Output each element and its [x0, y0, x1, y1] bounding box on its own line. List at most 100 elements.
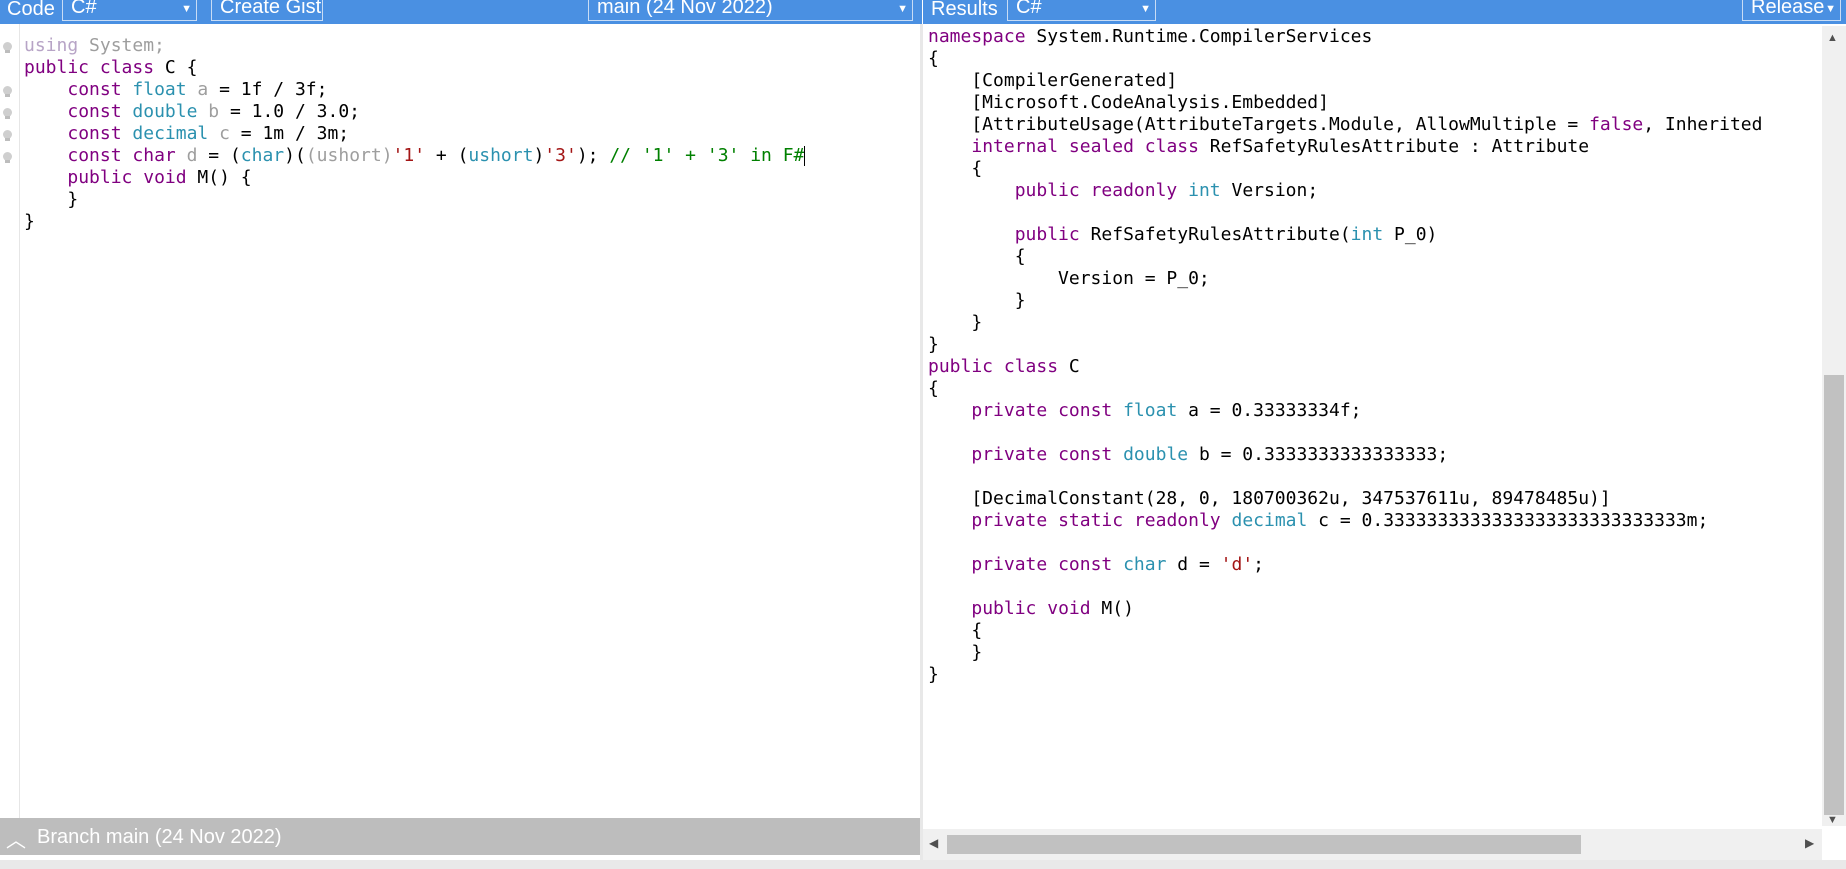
- code-line: }: [24, 189, 805, 211]
- code-token: int: [1188, 180, 1221, 201]
- code-line: [CompilerGenerated]: [928, 70, 1819, 92]
- code-line: }: [928, 290, 1819, 312]
- code-token: = 1m / 3m;: [229, 123, 350, 144]
- chevron-up-icon[interactable]: ︿: [6, 824, 26, 853]
- code-line: }: [928, 664, 1819, 686]
- code-token: '1': [392, 145, 426, 166]
- code-line: [DecimalConstant(28, 0, 180700362u, 3475…: [928, 488, 1819, 510]
- pane-divider[interactable]: [920, 24, 923, 869]
- scroll-left-arrow-icon[interactable]: ◀: [929, 836, 938, 850]
- code-token: ushort: [468, 145, 534, 166]
- results-view[interactable]: namespace System.Runtime.CompilerService…: [928, 26, 1819, 826]
- results-language-select[interactable]: C# ▼: [1007, 0, 1156, 21]
- code-token: )(: [284, 145, 306, 166]
- results-label: Results: [931, 0, 998, 20]
- code-token: int: [1350, 224, 1384, 245]
- code-token: [Microsoft.CodeAnalysis.Embedded]: [928, 92, 1329, 113]
- code-line: ​: [928, 532, 1819, 554]
- code-token: class: [1003, 356, 1059, 377]
- code-token: void: [1047, 598, 1091, 619]
- results-language-value: C#: [1016, 0, 1042, 18]
- code-token: private: [971, 400, 1048, 421]
- code-token: double: [1123, 444, 1189, 465]
- create-gist-button[interactable]: Create Gist: [211, 0, 323, 21]
- code-token: );: [576, 145, 610, 166]
- code-token: }: [24, 211, 35, 232]
- code-token: const: [67, 123, 122, 144]
- chevron-down-icon: ▼: [181, 3, 192, 15]
- code-token: }: [24, 189, 79, 210]
- code-line: public void M() {: [24, 167, 805, 189]
- code-token: {: [928, 48, 939, 69]
- build-config-value: Release: [1751, 0, 1825, 18]
- lightbulb-icon[interactable]: [2, 86, 12, 98]
- editor-gutter: [0, 24, 20, 818]
- code-line: using System;: [24, 35, 805, 57]
- code-token: // '1' + '3' in F#: [609, 145, 805, 166]
- code-token: ;: [1253, 554, 1264, 575]
- code-toolbar: Code C# ▼ Create Gist main (24 Nov 2022)…: [0, 0, 922, 24]
- code-token: float: [1123, 400, 1178, 421]
- code-line: private const double b = 0.3333333333333…: [928, 444, 1819, 466]
- code-token: const: [67, 101, 122, 122]
- lightbulb-icon[interactable]: [2, 108, 12, 120]
- lightbulb-icon[interactable]: [2, 42, 12, 54]
- code-line: private const char d = 'd';: [928, 554, 1819, 576]
- code-token: d: [186, 145, 198, 166]
- code-line: ​: [928, 466, 1819, 488]
- code-language-select[interactable]: C# ▼: [62, 0, 197, 21]
- code-token: {: [928, 620, 983, 641]
- code-token: false: [1589, 114, 1644, 135]
- branch-select[interactable]: main (24 Nov 2022) ▼: [588, 0, 913, 21]
- code-token: sealed: [1068, 136, 1134, 157]
- lightbulb-icon[interactable]: [2, 130, 12, 142]
- scroll-down-arrow-icon[interactable]: ▼: [1827, 814, 1838, 826]
- scroll-right-arrow-icon[interactable]: ▶: [1805, 836, 1814, 850]
- code-line: ​: [928, 202, 1819, 224]
- code-token: }: [928, 642, 983, 663]
- code-line: [AttributeUsage(AttributeTargets.Module,…: [928, 114, 1819, 136]
- branch-status-bar[interactable]: ︿ Branch main (24 Nov 2022): [0, 818, 920, 855]
- lightbulb-icon[interactable]: [2, 152, 12, 164]
- code-token: [AttributeUsage(AttributeTargets.Module,…: [928, 114, 1590, 135]
- build-config-select[interactable]: Release ▼: [1742, 0, 1841, 21]
- code-line: private static readonly decimal c = 0.33…: [928, 510, 1819, 532]
- text-cursor: [804, 146, 806, 166]
- code-line: {: [928, 246, 1819, 268]
- code-token: const: [1058, 400, 1113, 421]
- code-token: 'd': [1220, 554, 1254, 575]
- horizontal-scroll-thumb[interactable]: [947, 835, 1581, 854]
- code-token: RefSafetyRulesAttribute : Attribute: [1198, 136, 1590, 157]
- code-token: C: [1058, 356, 1080, 377]
- vertical-scroll-thumb[interactable]: [1824, 375, 1844, 815]
- code-token: = 1.0 / 3.0;: [219, 101, 360, 122]
- code-token: [DecimalConstant(28, 0, 180700362u, 3475…: [928, 488, 1611, 509]
- results-vertical-scrollbar[interactable]: ▲ ▼: [1822, 26, 1846, 826]
- code-token: , Inherited: [1643, 114, 1763, 135]
- results-horizontal-scrollbar[interactable]: ◀ ▶: [923, 829, 1822, 860]
- code-token: {: [928, 158, 983, 179]
- code-line: const float a = 1f / 3f;: [24, 79, 805, 101]
- code-token: readonly: [1133, 510, 1221, 531]
- code-editor[interactable]: using System; public class C { const floa…: [24, 35, 806, 233]
- code-line: Version = P_0;: [928, 268, 1819, 290]
- scroll-up-arrow-icon[interactable]: ▲: [1827, 32, 1838, 44]
- code-line: const char d = (char)((ushort)'1' + (ush…: [24, 145, 806, 167]
- code-line: }: [928, 334, 1819, 356]
- code-token: class: [99, 57, 155, 78]
- code-token: Version;: [1220, 180, 1319, 201]
